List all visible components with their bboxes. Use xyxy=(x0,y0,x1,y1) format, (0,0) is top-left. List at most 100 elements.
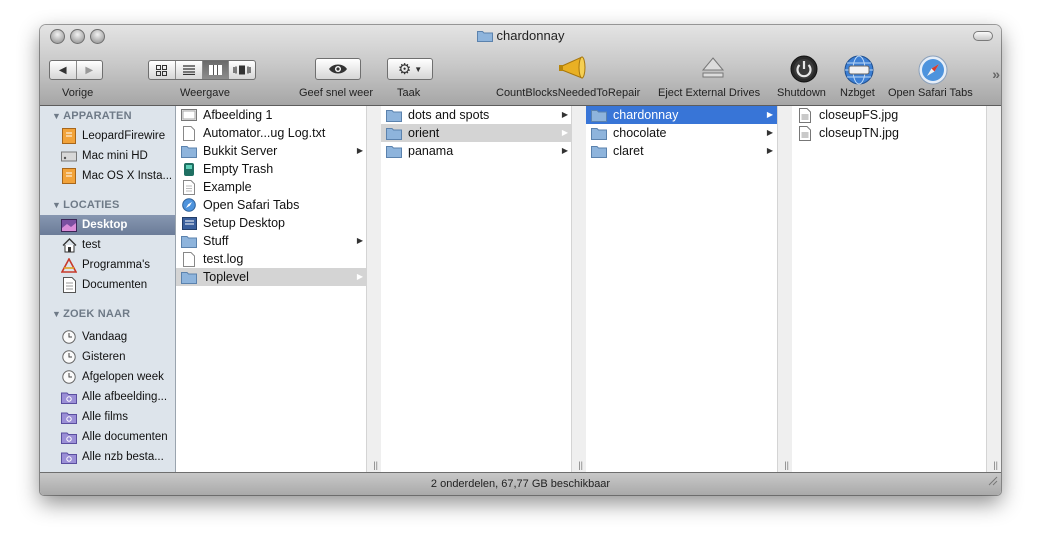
sidebar-item-afgelopen-week[interactable]: Afgelopen week xyxy=(40,367,175,387)
image-file-icon xyxy=(181,107,197,123)
forward-button[interactable]: ▶ xyxy=(77,61,103,79)
coverflow-icon xyxy=(233,65,251,75)
list-item-selected[interactable]: orient ▶ xyxy=(381,124,572,142)
sidebar-heading[interactable]: ▼ APPARATEN xyxy=(52,110,132,122)
status-text: 2 onderdelen, 67,77 GB beschikbaar xyxy=(430,478,611,490)
finder-window: chardonnay ◀ ▶ Vorige Weergave Geef snel… xyxy=(40,25,1001,495)
toolbar-item-label[interactable]: Shutdown xyxy=(777,87,826,99)
list-item[interactable]: Afbeelding 1 xyxy=(181,106,367,124)
disclosure-arrow-icon: ▶ xyxy=(356,146,363,155)
overflow-chevron-icon[interactable]: » xyxy=(992,66,1000,82)
text-file-icon xyxy=(181,179,197,195)
drive-orange-icon xyxy=(61,168,77,184)
sidebar-heading[interactable]: ▼ ZOEK NAAR xyxy=(52,308,130,320)
list-item[interactable]: claret ▶ xyxy=(591,142,777,160)
sidebar-item-mac-os-x-install[interactable]: Mac OS X Insta... xyxy=(40,166,175,186)
folder-icon xyxy=(591,125,607,141)
megaphone-icon[interactable] xyxy=(558,54,590,87)
globe-icon[interactable] xyxy=(843,54,875,91)
folder-icon xyxy=(476,29,493,45)
sidebar-item-alle-documenten[interactable]: Alle documenten xyxy=(40,427,175,447)
back-button[interactable]: ◀ xyxy=(50,61,77,79)
sidebar-item-desktop[interactable]: Desktop xyxy=(40,215,175,235)
compass-icon xyxy=(181,197,197,213)
column-resize-bar[interactable]: || xyxy=(777,106,792,472)
folder-icon xyxy=(386,125,402,141)
folder-icon xyxy=(386,107,402,123)
list-item-selected[interactable]: chardonnay ▶ xyxy=(586,106,777,124)
list-item[interactable]: Example xyxy=(181,178,367,196)
smart-folder-icon xyxy=(61,429,77,445)
sidebar-item-alle-afbeeldingen[interactable]: Alle afbeelding... xyxy=(40,387,175,407)
column-view-button[interactable] xyxy=(202,61,230,79)
list-item[interactable]: chocolate ▶ xyxy=(591,124,777,142)
triangle-right-icon: ▶ xyxy=(85,64,94,76)
list-item[interactable]: Empty Trash xyxy=(181,160,367,178)
browser-column: chardonnay ▶ chocolate ▶ claret ▶ || xyxy=(586,106,792,472)
list-item[interactable]: Open Safari Tabs xyxy=(181,196,367,214)
action-menu-button[interactable]: ⚙ ▼ xyxy=(387,58,433,80)
status-bar: 2 onderdelen, 67,77 GB beschikbaar xyxy=(40,472,1001,495)
icon-view-button[interactable] xyxy=(149,61,176,79)
list-item[interactable]: Stuff ▶ xyxy=(181,232,367,250)
folder-icon xyxy=(591,143,607,159)
action-label: Taak xyxy=(397,87,421,99)
toolbar-item-label[interactable]: Eject External Drives xyxy=(658,87,760,99)
disclosure-arrow-icon: ▶ xyxy=(561,128,568,137)
app-icon xyxy=(181,161,197,177)
list-item[interactable]: Automator...ug Log.txt xyxy=(181,124,367,142)
quicklook-label: Geef snel weer xyxy=(299,87,373,99)
column-resize-grip-icon[interactable]: || xyxy=(784,460,789,470)
toolbar-item-label[interactable]: CountBlocksNeededToRepair xyxy=(496,87,640,99)
column-resize-grip-icon[interactable]: || xyxy=(373,460,378,470)
column-resize-grip-icon[interactable]: || xyxy=(578,460,583,470)
power-icon[interactable] xyxy=(789,54,819,89)
sidebar-item-alle-nzb-bestanden[interactable]: Alle nzb besta... xyxy=(40,447,175,467)
sidebar-item-vandaag[interactable]: Vandaag xyxy=(40,327,175,347)
text-file-icon xyxy=(181,125,197,141)
disclosure-arrow-icon: ▶ xyxy=(766,110,773,119)
list-item[interactable]: closeupTN.jpg xyxy=(797,124,983,142)
list-item[interactable]: dots and spots ▶ xyxy=(386,106,572,124)
coverflow-view-button[interactable] xyxy=(229,61,255,79)
sidebar-heading[interactable]: ▼ LOCATIES xyxy=(52,199,120,211)
list-item[interactable]: closeupFS.jpg xyxy=(797,106,983,124)
home-icon xyxy=(61,237,77,253)
view-mode-control[interactable] xyxy=(148,60,256,80)
column-resize-bar[interactable]: || xyxy=(571,106,586,472)
sidebar-item-test[interactable]: test xyxy=(40,235,175,255)
clock-icon xyxy=(61,349,77,365)
view-label: Weergave xyxy=(180,87,230,99)
sidebar-item-leopardfirewire[interactable]: LeopardFirewire xyxy=(40,126,175,146)
column-resize-bar[interactable]: || xyxy=(986,106,1001,472)
folder-icon xyxy=(181,143,197,159)
toolbar-item-label[interactable]: Nzbget xyxy=(840,87,875,99)
toolbar-toggle-button[interactable] xyxy=(973,31,993,41)
eject-icon[interactable] xyxy=(701,54,725,87)
sidebar-item-mac-mini-hd[interactable]: Mac mini HD xyxy=(40,146,175,166)
back-forward-control[interactable]: ◀ ▶ xyxy=(49,60,103,80)
list-item[interactable]: Setup Desktop xyxy=(181,214,367,232)
sidebar-item-documenten[interactable]: Documenten xyxy=(40,275,175,295)
sidebar-item-gisteren[interactable]: Gisteren xyxy=(40,347,175,367)
list-item[interactable]: Bukkit Server ▶ xyxy=(181,142,367,160)
document-icon xyxy=(61,277,77,293)
compass-icon[interactable] xyxy=(917,54,949,91)
list-view-button[interactable] xyxy=(176,61,203,79)
sidebar-item-alle-films[interactable]: Alle films xyxy=(40,407,175,427)
columns-icon xyxy=(208,65,222,75)
list-item[interactable]: panama ▶ xyxy=(386,142,572,160)
column-resize-grip-icon[interactable]: || xyxy=(993,460,998,470)
resize-grip-icon[interactable] xyxy=(986,472,998,494)
browser-column: dots and spots ▶ orient ▶ panama ▶ || xyxy=(381,106,586,472)
quicklook-button[interactable] xyxy=(315,58,361,80)
sidebar-item-programmas[interactable]: Programma's xyxy=(40,255,175,275)
sidebar: ▼ APPARATEN LeopardFirewire Mac mini HD M… xyxy=(40,106,176,472)
column-resize-bar[interactable]: || xyxy=(366,106,381,472)
browser-column: closeupFS.jpg closeupTN.jpg || xyxy=(792,106,1001,472)
list-item[interactable]: test.log xyxy=(181,250,367,268)
folder-icon xyxy=(591,107,607,123)
browser-column: Afbeelding 1 Automator...ug Log.txt Bukk… xyxy=(176,106,381,472)
toolbar-item-label[interactable]: Open Safari Tabs xyxy=(888,87,973,99)
list-item-selected[interactable]: Toplevel ▶ xyxy=(176,268,367,286)
